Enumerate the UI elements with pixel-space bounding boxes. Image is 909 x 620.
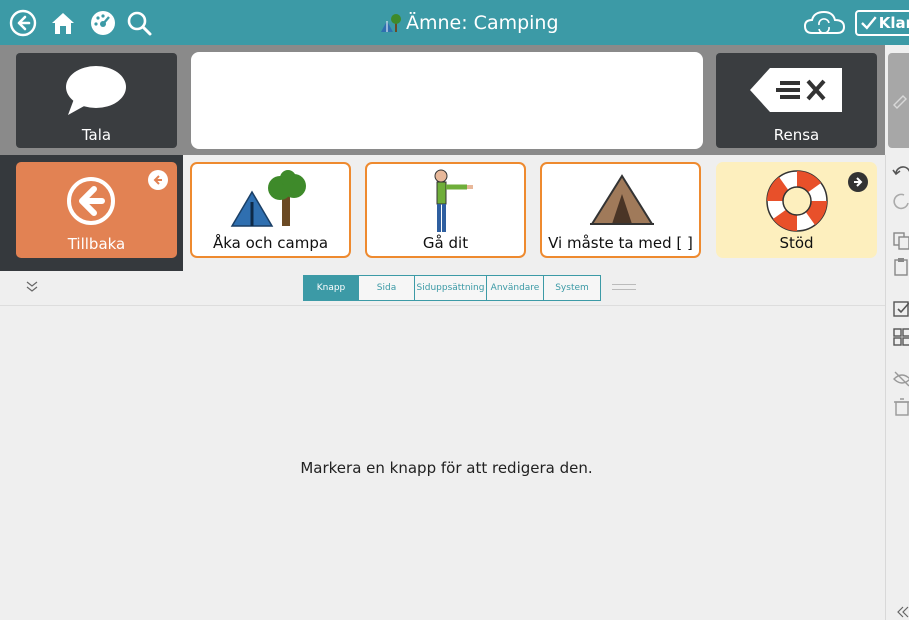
lifebuoy-icon <box>766 170 828 232</box>
button-stod[interactable]: Stöd <box>716 162 877 258</box>
inspector-tabs: Knapp Sida Siduppsättning Användare Syst… <box>303 275 601 301</box>
search-icon[interactable] <box>124 8 154 38</box>
checkmark-icon <box>861 16 877 30</box>
speak-label: Tala <box>81 126 112 144</box>
back-button[interactable]: Tillbaka <box>16 162 177 258</box>
title-bar: Ämne: Camping Klar <box>0 0 909 45</box>
divider <box>0 305 885 306</box>
paste-icon[interactable] <box>892 257 909 277</box>
multi-select-icon[interactable] <box>892 327 909 347</box>
clear-text-icon <box>750 68 842 112</box>
dashboard-icon[interactable] <box>88 8 118 38</box>
tent-icon <box>590 174 654 225</box>
page-title: Ämne: Camping <box>380 10 559 36</box>
tab-sida[interactable]: Sida <box>359 275 415 301</box>
collapse-panel-icon[interactable] <box>24 278 40 294</box>
done-button[interactable]: Klar <box>855 10 909 36</box>
clear-label: Rensa <box>773 126 820 144</box>
cloud-sync-icon[interactable] <box>802 8 848 38</box>
clear-button[interactable]: Rensa <box>716 53 877 148</box>
home-icon[interactable] <box>48 8 78 38</box>
edit-toolbar <box>885 155 909 620</box>
card-label: Åka och campa <box>212 234 329 252</box>
redo-icon[interactable] <box>892 191 909 211</box>
back-label: Tillbaka <box>67 235 126 253</box>
trash-icon[interactable] <box>892 397 909 417</box>
tent-tree-icon <box>230 170 306 227</box>
speak-button[interactable]: Tala <box>16 53 177 148</box>
hide-icon[interactable] <box>892 369 909 389</box>
speech-bubble-icon <box>66 66 126 115</box>
forward-indicator-icon <box>848 172 868 192</box>
button-ga-dit[interactable]: Gå dit <box>365 162 526 258</box>
button-aka-och-campa[interactable]: Åka och campa <box>190 162 351 258</box>
edit-message-button[interactable] <box>888 53 909 148</box>
drag-handle[interactable] <box>612 284 636 290</box>
button-vi-maste-ta-med[interactable]: Vi måste ta med [ ] <box>540 162 701 258</box>
card-label: Gå dit <box>422 234 469 252</box>
tab-siduppsattning[interactable]: Siduppsättning <box>415 275 487 301</box>
copy-icon[interactable] <box>892 231 909 251</box>
message-field[interactable] <box>191 52 703 149</box>
inspector-hint: Markera en knapp för att redigera den. <box>300 459 593 477</box>
tab-system[interactable]: System <box>544 275 601 301</box>
camping-topic-icon <box>381 14 401 32</box>
back-arrow-icon <box>67 177 115 225</box>
done-label: Klar <box>878 14 909 32</box>
title-text: Ämne: Camping <box>406 12 559 34</box>
tab-knapp[interactable]: Knapp <box>303 275 359 301</box>
person-pointing-icon <box>434 169 473 232</box>
back-indicator-icon <box>148 170 168 190</box>
undo-icon[interactable] <box>892 165 909 185</box>
expand-sidebar-icon[interactable] <box>896 605 909 619</box>
select-icon[interactable] <box>892 299 909 319</box>
card-label: Stöd <box>779 234 814 252</box>
tab-anvandare[interactable]: Användare <box>487 275 544 301</box>
card-label: Vi måste ta med [ ] <box>548 234 693 252</box>
back-circle-icon[interactable] <box>8 8 38 38</box>
pencil-icon <box>893 95 907 109</box>
